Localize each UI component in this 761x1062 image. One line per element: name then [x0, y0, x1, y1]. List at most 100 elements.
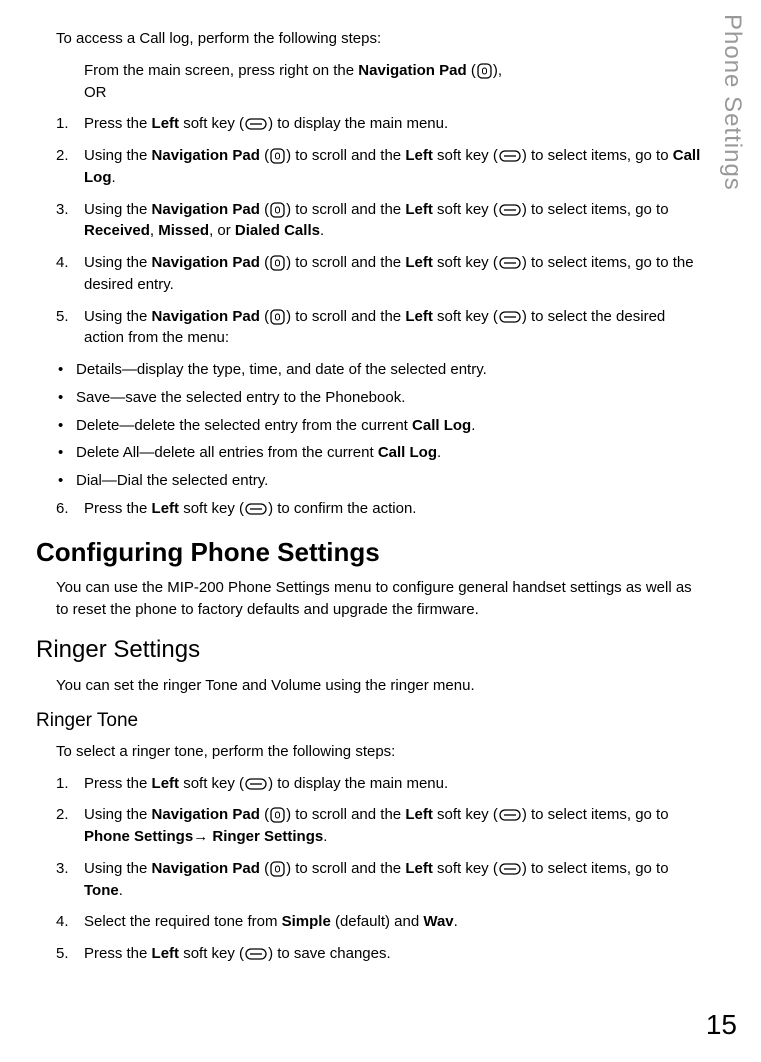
- bold-missed: Missed: [158, 222, 209, 239]
- text: Using the: [84, 201, 152, 218]
- bold-tone: Tone: [84, 882, 119, 899]
- text: Using the: [84, 860, 152, 877]
- text: soft key (: [179, 115, 244, 132]
- text: (: [260, 860, 269, 877]
- arrow-icon: →: [193, 828, 212, 845]
- bold-navigation-pad: Navigation Pad: [152, 806, 260, 823]
- intro-text: To access a Call log, perform the follow…: [56, 28, 701, 50]
- text: ) to select items, go to: [522, 860, 669, 877]
- softkey-icon: [245, 118, 267, 130]
- bold-left: Left: [152, 115, 180, 132]
- bold-navigation-pad: Navigation Pad: [358, 62, 466, 79]
- text: soft key (: [433, 806, 498, 823]
- text: (: [260, 201, 269, 218]
- step-6: 6. Press the Left soft key () to confirm…: [56, 498, 701, 520]
- text: ),: [493, 62, 502, 79]
- text: soft key (: [433, 147, 498, 164]
- rstep-3: 3. Using the Navigation Pad () to scroll…: [56, 858, 701, 902]
- text-or: OR: [84, 84, 107, 101]
- text: soft key (: [433, 201, 498, 218]
- bold-navigation-pad: Navigation Pad: [152, 147, 260, 164]
- text: Delete All—delete all entries from the c…: [76, 444, 378, 461]
- bold-left: Left: [152, 945, 180, 962]
- softkey-icon: [499, 863, 521, 875]
- step-number: 4.: [56, 252, 69, 274]
- bold-left: Left: [152, 775, 180, 792]
- text: ) to scroll and the: [286, 201, 405, 218]
- step-1: 1. Press the Left soft key () to display…: [56, 113, 701, 135]
- text: Press the: [84, 500, 152, 517]
- text: (: [467, 62, 476, 79]
- text: .: [320, 222, 324, 239]
- bold-navigation-pad: Navigation Pad: [152, 308, 260, 325]
- ringer-tone-steps: 1. Press the Left soft key ( ) to display…: [56, 773, 701, 965]
- bold-call-log: Call Log: [412, 417, 471, 434]
- text: ) to display the main menu.: [268, 775, 448, 792]
- softkey-icon: [245, 948, 267, 960]
- bold-left: Left: [405, 201, 433, 218]
- text: Using the: [84, 147, 152, 164]
- text: Delete—delete the selected entry from th…: [76, 417, 412, 434]
- softkey-icon: [245, 503, 267, 515]
- heading-ringer-tone: Ringer Tone: [36, 707, 701, 735]
- configuring-intro: You can use the MIP-200 Phone Settings m…: [56, 577, 701, 621]
- text: Using the: [84, 806, 152, 823]
- text: ) to save changes.: [268, 945, 391, 962]
- call-log-steps-cont: 6. Press the Left soft key () to confirm…: [56, 498, 701, 520]
- step-number: 1.: [56, 113, 69, 135]
- side-section-title: Phone Settings: [714, 14, 749, 191]
- text: ) to scroll and the: [286, 308, 405, 325]
- text: ) to select items, go to: [522, 201, 669, 218]
- text: , or: [209, 222, 235, 239]
- rstep-4: 4. Select the required tone from Simple …: [56, 911, 701, 933]
- bold-navigation-pad: Navigation Pad: [152, 254, 260, 271]
- text: (: [260, 254, 269, 271]
- text: soft key (: [179, 945, 244, 962]
- softkey-icon: [499, 809, 521, 821]
- step-number: 3.: [56, 199, 69, 221]
- bold-ringer-settings: Ringer Settings: [212, 828, 323, 845]
- text: Press the: [84, 775, 152, 792]
- step-number: 6.: [56, 498, 69, 520]
- bold-left: Left: [152, 500, 180, 517]
- bullet-save: Save—save the selected entry to the Phon…: [56, 387, 701, 409]
- page-content: To access a Call log, perform the follow…: [0, 0, 761, 965]
- bold-left: Left: [405, 806, 433, 823]
- heading-ringer-settings: Ringer Settings: [36, 633, 701, 668]
- rstep-2: 2. Using the Navigation Pad () to scroll…: [56, 804, 701, 848]
- text: ) to display the main menu.: [268, 115, 448, 132]
- action-bullets: Details—display the type, time, and date…: [56, 359, 701, 492]
- softkey-icon: [499, 150, 521, 162]
- bold-navigation-pad: Navigation Pad: [152, 201, 260, 218]
- text: Select the required tone from: [84, 913, 282, 930]
- call-log-steps: 1. Press the Left soft key () to display…: [56, 113, 701, 349]
- bold-left: Left: [405, 254, 433, 271]
- text: ,: [150, 222, 158, 239]
- text: soft key (: [433, 308, 498, 325]
- step-2: 2. Using the Navigation Pad () to scroll…: [56, 145, 701, 189]
- text: soft key (: [179, 500, 244, 517]
- ringer-tone-intro: To select a ringer tone, perform the fol…: [56, 741, 701, 763]
- page-number: 15: [706, 1005, 737, 1046]
- text: (: [260, 147, 269, 164]
- navigation-pad-icon: [270, 148, 285, 164]
- text: ) to scroll and the: [286, 254, 405, 271]
- navigation-pad-icon: [270, 255, 285, 271]
- step-3: 3. Using the Navigation Pad ( ) to scroll…: [56, 199, 701, 243]
- text: .: [471, 417, 475, 434]
- text: ) to select items, go to: [522, 806, 669, 823]
- text: soft key (: [433, 254, 498, 271]
- step-number: 1.: [56, 773, 69, 795]
- text: (default) and: [331, 913, 424, 930]
- step-4: 4. Using the Navigation Pad () to scroll…: [56, 252, 701, 296]
- intro-sub: From the main screen, press right on the…: [84, 60, 701, 104]
- text: ) to scroll and the: [286, 860, 405, 877]
- heading-configuring-phone-settings: Configuring Phone Settings: [36, 534, 701, 572]
- bold-received: Received: [84, 222, 150, 239]
- rstep-5: 5. Press the Left soft key () to save ch…: [56, 943, 701, 965]
- bold-left: Left: [405, 860, 433, 877]
- softkey-icon: [499, 257, 521, 269]
- bold-call-log: Call Log: [378, 444, 437, 461]
- text: ) to select items, go to: [522, 147, 673, 164]
- text: ) to scroll and the: [286, 147, 405, 164]
